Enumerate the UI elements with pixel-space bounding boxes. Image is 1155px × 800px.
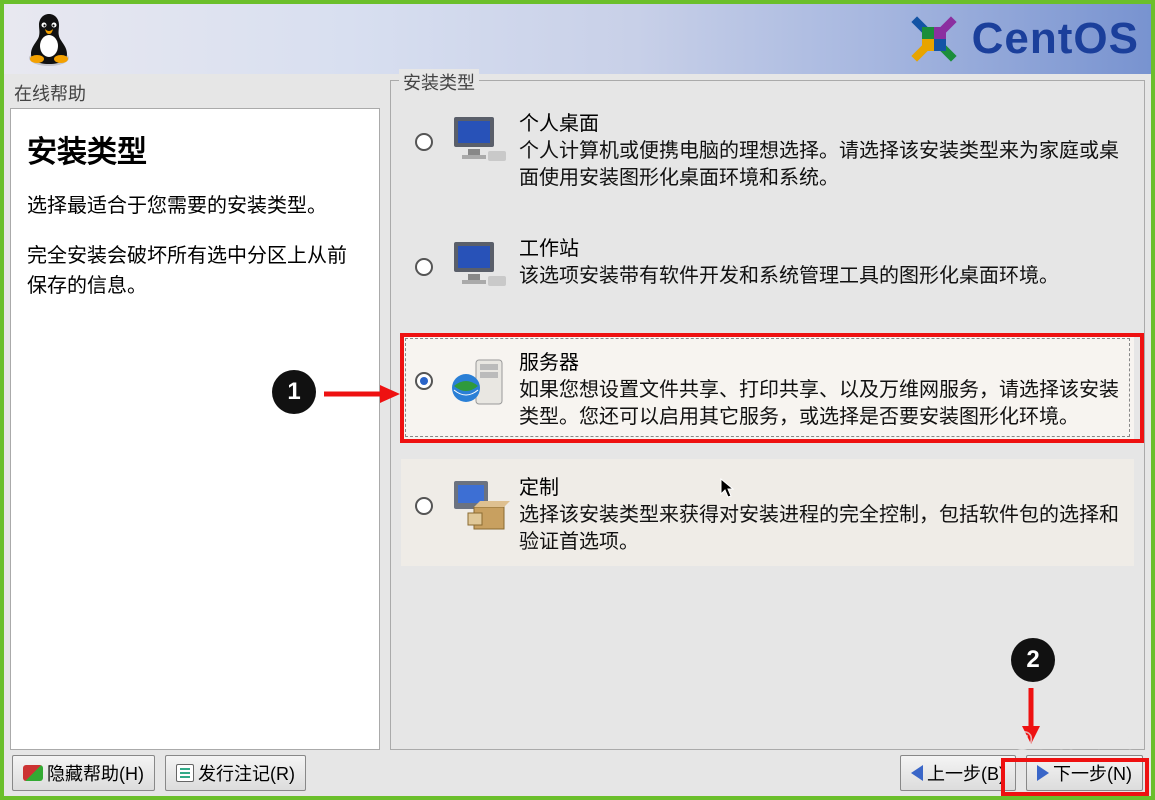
arrow-right-icon xyxy=(322,382,402,406)
radio-workstation[interactable] xyxy=(415,258,433,276)
centos-logo-icon xyxy=(904,9,964,69)
option-desc: 选择该安装类型来获得对安装进程的完全控制，包括软件包的选择和验证首选项。 xyxy=(519,502,1126,556)
tux-logo-area xyxy=(4,10,94,68)
option-title: 定制 xyxy=(519,471,1126,500)
help-title: 安装类型 xyxy=(27,127,363,171)
install-option-workstation[interactable]: 工作站 该选项安装带有软件开发和系统管理工具的图形化桌面环境。 xyxy=(401,220,1134,316)
centos-brand-text: CentOS xyxy=(972,14,1139,64)
callout-1-badge: 1 xyxy=(272,370,316,414)
desktop-icon xyxy=(450,238,508,292)
help-text-2: 完全安装会破坏所有选中分区上从前保存的信息。 xyxy=(27,241,363,301)
arrow-down-icon xyxy=(1019,686,1043,746)
wizard-footer: 隐藏帮助(H) 发行注记(R) 上一步(B) 下一步(N) xyxy=(4,750,1151,796)
triangle-left-icon xyxy=(911,765,923,781)
install-option-personal[interactable]: 个人桌面 个人计算机或便携电脑的理想选择。请选择该安装类型来为家庭或桌面使用安装… xyxy=(401,95,1134,202)
desktop-icon xyxy=(450,113,508,167)
custom-icon xyxy=(446,477,512,539)
callout-1-label: 1 xyxy=(287,378,300,406)
server-icon xyxy=(446,352,512,414)
callout-2-badge: 2 xyxy=(1011,638,1055,682)
installer-header: CentOS xyxy=(4,4,1151,74)
install-caption: 安装类型 xyxy=(399,69,479,95)
triangle-right-icon xyxy=(1037,765,1049,781)
help-text-1: 选择最适合于您需要的安装类型。 xyxy=(27,191,363,221)
install-option-custom[interactable]: 定制 选择该安装类型来获得对安装进程的完全控制，包括软件包的选择和验证首选项。 xyxy=(401,459,1134,566)
hide-help-button[interactable]: 隐藏帮助(H) xyxy=(12,755,155,791)
install-option-server[interactable]: 服务器 如果您想设置文件共享、打印共享、以及万维网服务，请选择该安装类型。您还可… xyxy=(401,334,1134,441)
tux-icon xyxy=(23,10,75,68)
radio-server[interactable] xyxy=(415,372,433,390)
option-title: 个人桌面 xyxy=(519,107,1126,136)
option-title: 服务器 xyxy=(519,346,1126,375)
hide-help-label: 隐藏帮助(H) xyxy=(47,760,144,786)
back-label: 上一步(B) xyxy=(927,760,1005,786)
release-notes-label: 发行注记(R) xyxy=(198,760,295,786)
cursor-icon xyxy=(720,478,734,498)
next-label: 下一步(N) xyxy=(1053,760,1132,786)
back-button[interactable]: 上一步(B) xyxy=(900,755,1016,791)
next-button[interactable]: 下一步(N) xyxy=(1026,755,1143,791)
option-title: 工作站 xyxy=(519,232,1126,261)
option-desc: 个人计算机或便携电脑的理想选择。请选择该安装类型来为家庭或桌面使用安装图形化桌面… xyxy=(519,138,1126,192)
radio-personal[interactable] xyxy=(415,133,433,151)
release-notes-button[interactable]: 发行注记(R) xyxy=(165,755,306,791)
option-desc: 如果您想设置文件共享、打印共享、以及万维网服务，请选择该安装类型。您还可以启用其… xyxy=(519,377,1126,431)
option-desc: 该选项安装带有软件开发和系统管理工具的图形化桌面环境。 xyxy=(519,263,1126,290)
hide-help-icon xyxy=(23,765,43,781)
radio-custom[interactable] xyxy=(415,497,433,515)
help-panel: 在线帮助 安装类型 选择最适合于您需要的安装类型。 完全安装会破坏所有选中分区上… xyxy=(10,80,380,750)
centos-brand: CentOS xyxy=(904,9,1139,69)
callout-2-label: 2 xyxy=(1026,646,1039,674)
document-icon xyxy=(176,764,194,782)
help-caption: 在线帮助 xyxy=(14,80,380,106)
